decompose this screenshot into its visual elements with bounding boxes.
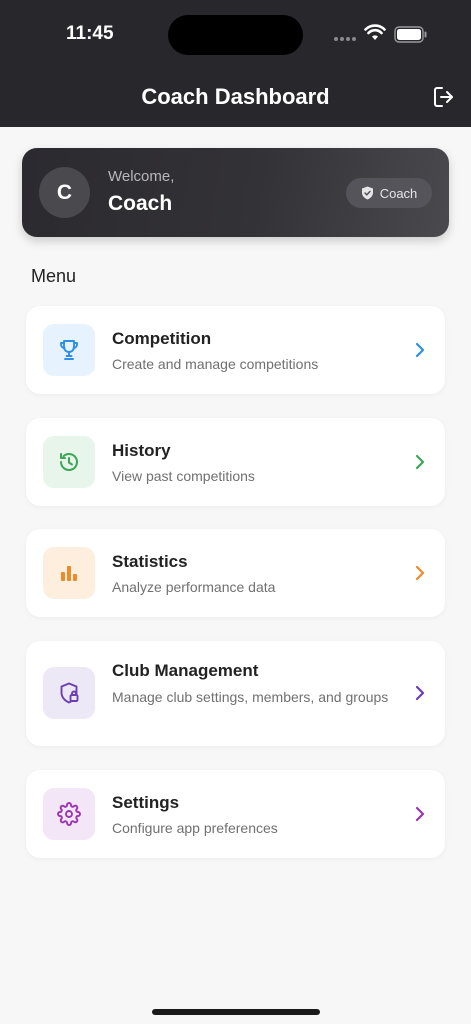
menu-item-title: Statistics [112, 552, 188, 571]
chevron-right-icon [415, 454, 425, 470]
trophy-icon [60, 340, 78, 360]
menu-item-title: Competition [112, 329, 212, 348]
logout-icon [434, 87, 453, 107]
page-title: Coach Dashboard [141, 84, 330, 109]
chevron-right-icon [415, 685, 425, 701]
history-icon [60, 453, 78, 471]
menu-item-icon-box [43, 436, 95, 488]
menu-item-subtitle: Configure app preferences [112, 820, 278, 836]
chevron-right-icon [415, 565, 425, 581]
chevron-right-icon [415, 342, 425, 358]
logout-button[interactable] [431, 84, 457, 110]
home-indicator[interactable] [152, 1009, 320, 1015]
menu-item-icon-box [43, 788, 95, 840]
chevron-right-icon [415, 806, 425, 822]
menu-item-settings[interactable]: Settings Configure app preferences [26, 770, 445, 858]
status-time: 11:45 [66, 23, 114, 44]
role-badge: Coach [346, 178, 432, 208]
menu-item-history[interactable]: History View past competitions [26, 418, 445, 506]
menu-item-subtitle: Analyze performance data [112, 579, 276, 595]
shield-lock-icon [60, 682, 79, 704]
welcome-card: C Welcome, Coach Coach [22, 148, 449, 237]
welcome-greeting: Welcome, [108, 168, 175, 185]
menu-item-icon-box [43, 667, 95, 719]
menu-heading: Menu [31, 266, 77, 286]
gear-icon [57, 802, 81, 826]
menu-item-title: Settings [112, 793, 180, 812]
app-header: 11:45 Coach Dashboard [0, 0, 471, 127]
menu-item-competition[interactable]: Competition Create and manage competitio… [26, 306, 445, 394]
menu-item-title: Club Management [112, 661, 259, 680]
menu-item-icon-box [43, 324, 95, 376]
menu-item-subtitle: View past competitions [112, 468, 255, 484]
wifi-icon [364, 24, 386, 40]
menu-item-icon-box [43, 547, 95, 599]
menu-item-statistics[interactable]: Statistics Analyze performance data [26, 529, 445, 617]
menu-item-subtitle: Create and manage competitions [112, 356, 319, 372]
dynamic-island [168, 15, 303, 55]
bar-chart-icon [61, 566, 77, 581]
user-name: Coach [108, 192, 173, 215]
role-badge-label: Coach [379, 185, 418, 201]
shield-check-icon [361, 186, 373, 200]
cellular-signal-icon [334, 37, 356, 41]
battery-icon [394, 26, 427, 43]
menu-item-club-management[interactable]: Club Management Manage club settings, me… [26, 641, 445, 746]
avatar: C [39, 167, 90, 218]
menu-item-title: History [112, 441, 171, 460]
menu-item-subtitle: Manage club settings, members, and group… [112, 689, 389, 705]
